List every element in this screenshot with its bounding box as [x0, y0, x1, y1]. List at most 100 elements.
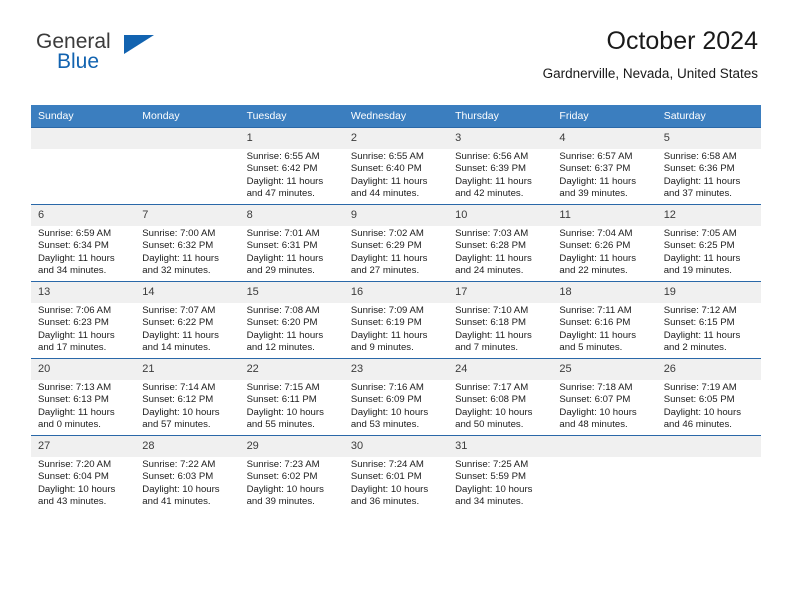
sunset-text: Sunset: 6:34 PM [38, 240, 109, 252]
calendar-day-cell[interactable]: 21 Sunrise: 7:14 AM Sunset: 6:12 PM Dayligh… [135, 358, 240, 436]
day-number: 25 [552, 359, 657, 380]
daylight-text-line2: and 41 minutes. [142, 496, 211, 508]
calendar-day-cell[interactable]: 8 Sunrise: 7:01 AM Sunset: 6:31 PM Daylight… [239, 204, 344, 282]
day-details: Sunrise: 6:55 AM Sunset: 6:42 PM Daylight:… [240, 149, 344, 201]
daylight-text-line2: and 36 minutes. [350, 496, 420, 508]
calendar-day-cell[interactable]: 23 Sunrise: 7:16 AM Sunset: 6:09 PM Dayligh… [343, 358, 449, 436]
calendar-week-row: 13 Sunrise: 7:06 AM Sunset: 6:23 PM Dayligh… [31, 281, 761, 359]
daylight-text-line2: and 42 minutes. [455, 188, 524, 200]
sunrise-text: Sunrise: 7:01 AM [246, 228, 320, 239]
sunset-text: Sunset: 6:42 PM [246, 163, 318, 175]
day-details: Sunrise: 7:16 AM Sunset: 6:09 PM Daylight:… [344, 380, 448, 432]
page-title: October 2024 [606, 27, 759, 55]
daylight-text-line2: and 5 minutes. [559, 342, 623, 354]
sunset-text: Sunset: 6:16 PM [559, 317, 631, 329]
daylight-text-line1: Daylight: 11 hours [38, 406, 115, 418]
sunrise-text: Sunrise: 6:58 AM [663, 151, 737, 162]
sunrise-text: Sunrise: 7:12 AM [663, 305, 737, 316]
calendar-day-cell[interactable]: 24 Sunrise: 7:17 AM Sunset: 6:08 PM Dayligh… [448, 358, 553, 436]
calendar-day-cell[interactable]: 22 Sunrise: 7:15 AM Sunset: 6:11 PM Dayligh… [239, 358, 344, 436]
calendar-day-cell[interactable]: 19 Sunrise: 7:12 AM Sunset: 6:15 PM Dayligh… [656, 281, 761, 359]
calendar-day-cell[interactable]: 16 Sunrise: 7:09 AM Sunset: 6:19 PM Dayligh… [343, 281, 449, 359]
daylight-text-line1: Daylight: 10 hours [350, 406, 429, 418]
calendar-day-cell[interactable]: 13 Sunrise: 7:06 AM Sunset: 6:23 PM Dayligh… [31, 281, 136, 359]
calendar-day-cell[interactable]: 30 Sunrise: 7:24 AM Sunset: 6:01 PM Dayligh… [343, 435, 449, 512]
sunset-text: Sunset: 6:25 PM [663, 240, 735, 252]
calendar-day-cell[interactable]: 5 Sunrise: 6:58 AM Sunset: 6:36 PM Daylight… [656, 127, 761, 205]
sunset-text: Sunset: 6:26 PM [559, 240, 631, 252]
sunset-text: Sunset: 6:40 PM [350, 163, 422, 175]
calendar-day-cell[interactable]: 12 Sunrise: 7:05 AM Sunset: 6:25 PM Dayligh… [656, 204, 761, 282]
daylight-text-line2: and 48 minutes. [559, 419, 628, 431]
calendar-week-row: 6 Sunrise: 6:59 AM Sunset: 6:34 PM Daylight… [31, 204, 761, 282]
calendar-day-cell[interactable]: 29 Sunrise: 7:23 AM Sunset: 6:02 PM Dayligh… [239, 435, 344, 512]
day-details: Sunrise: 7:25 AM Sunset: 5:59 PM Daylight:… [448, 457, 552, 509]
calendar-day-cell[interactable]: 17 Sunrise: 7:10 AM Sunset: 6:18 PM Dayligh… [448, 281, 553, 359]
sunset-text: Sunset: 6:23 PM [38, 317, 109, 329]
sunset-text: Sunset: 6:28 PM [455, 240, 527, 252]
sunrise-text: Sunrise: 7:02 AM [350, 228, 424, 239]
daylight-text-line2: and 50 minutes. [455, 419, 524, 431]
day-details: Sunrise: 7:00 AM Sunset: 6:32 PM Daylight:… [135, 226, 239, 278]
brand-logo[interactable]: General Blue [34, 30, 234, 86]
day-number: 26 [656, 359, 761, 380]
daylight-text-line2: and 2 minutes. [663, 342, 727, 354]
location-subtitle: Gardnerville, Nevada, United States [542, 66, 758, 81]
sunrise-text: Sunrise: 7:08 AM [246, 305, 320, 316]
daylight-text-line1: Daylight: 11 hours [559, 329, 637, 341]
sunrise-text: Sunrise: 7:14 AM [142, 382, 216, 393]
sunrise-text: Sunrise: 7:25 AM [455, 459, 529, 470]
daylight-text-line2: and 55 minutes. [246, 419, 315, 431]
calendar-day-cell[interactable]: 25 Sunrise: 7:18 AM Sunset: 6:07 PM Dayligh… [552, 358, 657, 436]
calendar-day-cell[interactable]: 26 Sunrise: 7:19 AM Sunset: 6:05 PM Dayligh… [656, 358, 761, 436]
calendar-day-cell[interactable]: 18 Sunrise: 7:11 AM Sunset: 6:16 PM Dayligh… [552, 281, 657, 359]
calendar-day-cell[interactable]: 1 Sunrise: 6:55 AM Sunset: 6:42 PM Daylight… [239, 127, 344, 205]
calendar-day-cell[interactable]: 3 Sunrise: 6:56 AM Sunset: 6:39 PM Daylight… [448, 127, 553, 205]
day-number: 14 [135, 282, 240, 303]
calendar-day-cell[interactable]: 14 Sunrise: 7:07 AM Sunset: 6:22 PM Dayligh… [135, 281, 240, 359]
calendar-day-cell[interactable]: 15 Sunrise: 7:08 AM Sunset: 6:20 PM Dayligh… [239, 281, 344, 359]
daylight-text-line2: and 14 minutes. [142, 342, 211, 354]
day-details: Sunrise: 7:03 AM Sunset: 6:28 PM Daylight:… [448, 226, 552, 278]
calendar-day-cell[interactable]: 2 Sunrise: 6:55 AM Sunset: 6:40 PM Daylight… [343, 127, 449, 205]
sunrise-text: Sunrise: 7:04 AM [559, 228, 633, 239]
calendar-day-cell[interactable]: 6 Sunrise: 6:59 AM Sunset: 6:34 PM Daylight… [31, 204, 136, 282]
daylight-text-line2: and 19 minutes. [663, 265, 732, 277]
sunrise-text: Sunrise: 7:10 AM [455, 305, 529, 316]
calendar-day-cell[interactable]: 7 Sunrise: 7:00 AM Sunset: 6:32 PM Daylight… [135, 204, 240, 282]
sunrise-text: Sunrise: 7:19 AM [663, 382, 737, 393]
daylight-text-line2: and 34 minutes. [38, 265, 107, 277]
sunrise-text: Sunrise: 7:24 AM [350, 459, 424, 470]
sunset-text: Sunset: 6:32 PM [142, 240, 214, 252]
sunrise-sunset-calendar: Sunday Monday Tuesday Wednesday Thursday Frid… [31, 105, 761, 512]
sunset-text: Sunset: 6:09 PM [350, 394, 422, 406]
page-header: General Blue October 2024 Gardnerville, … [34, 26, 758, 98]
sunrise-text: Sunrise: 7:11 AM [559, 305, 632, 316]
calendar-day-cell[interactable]: 20 Sunrise: 7:13 AM Sunset: 6:13 PM Dayligh… [31, 358, 136, 436]
calendar-day-cell[interactable]: 31 Sunrise: 7:25 AM Sunset: 5:59 PM Dayligh… [448, 435, 553, 512]
calendar-day-cell[interactable]: 4 Sunrise: 6:57 AM Sunset: 6:37 PM Daylight… [552, 127, 657, 205]
sunrise-text: Sunrise: 7:07 AM [142, 305, 216, 316]
calendar-day-cell[interactable]: 11 Sunrise: 7:04 AM Sunset: 6:26 PM Dayligh… [552, 204, 657, 282]
calendar-day-cell[interactable]: 10 Sunrise: 7:03 AM Sunset: 6:28 PM Dayligh… [448, 204, 553, 282]
daylight-text-line1: Daylight: 11 hours [246, 175, 324, 187]
day-details: Sunrise: 7:13 AM Sunset: 6:13 PM Daylight:… [31, 380, 135, 432]
sunset-text: Sunset: 6:08 PM [455, 394, 527, 406]
brand-triangle-icon [124, 35, 154, 54]
weekday-header-tuesday: Tuesday [239, 105, 344, 128]
sunset-text: Sunset: 6:20 PM [246, 317, 318, 329]
day-number: 21 [135, 359, 240, 380]
brand-word-blue: Blue [57, 50, 100, 73]
day-number [552, 436, 657, 457]
calendar-day-cell[interactable]: 28 Sunrise: 7:22 AM Sunset: 6:03 PM Dayligh… [135, 435, 240, 512]
calendar-day-cell[interactable]: 27 Sunrise: 7:20 AM Sunset: 6:04 PM Dayligh… [31, 435, 136, 512]
sunset-text: Sunset: 6:13 PM [38, 394, 109, 406]
weekday-header-friday: Friday [552, 105, 657, 128]
day-number: 20 [31, 359, 136, 380]
sunset-text: Sunset: 6:01 PM [350, 471, 422, 483]
sunrise-text: Sunrise: 7:13 AM [38, 382, 112, 393]
calendar-day-cell[interactable]: 9 Sunrise: 7:02 AM Sunset: 6:29 PM Daylight… [343, 204, 449, 282]
day-number: 11 [552, 205, 657, 226]
daylight-text-line1: Daylight: 11 hours [38, 329, 115, 341]
day-number: 29 [239, 436, 344, 457]
